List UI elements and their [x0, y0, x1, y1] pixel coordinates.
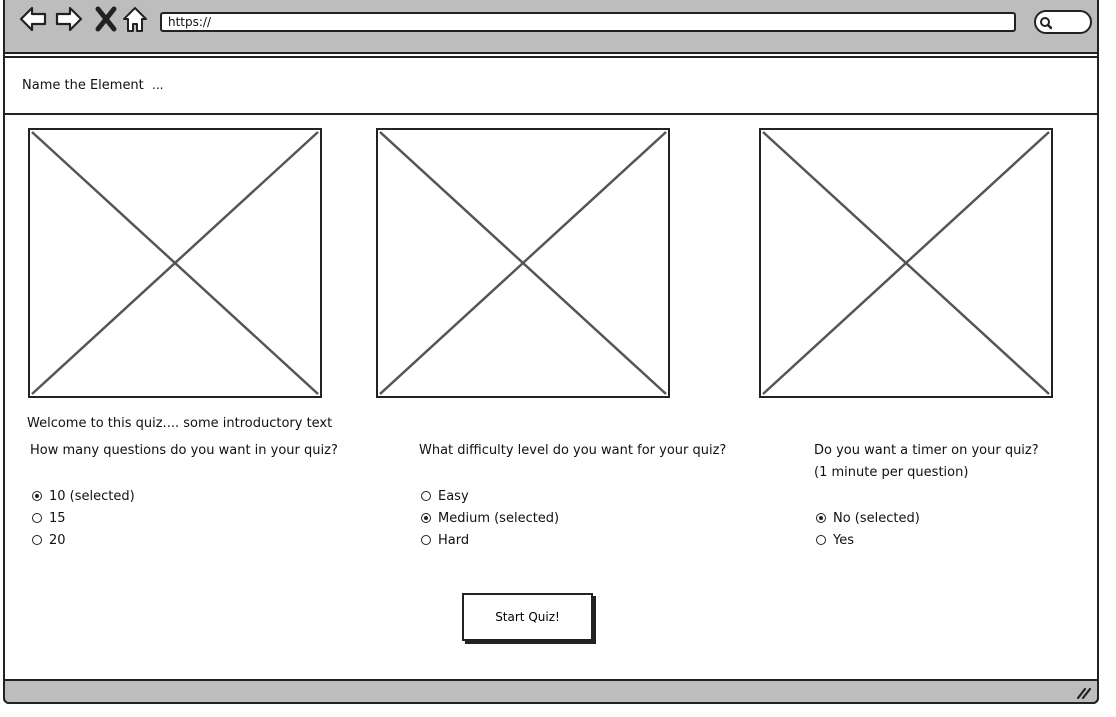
timer-label: Do you want a timer on your quiz?: [814, 443, 1039, 458]
option-difficulty-easy[interactable]: Easy: [421, 487, 469, 505]
home-icon[interactable]: [120, 4, 150, 34]
option-label: Yes: [833, 532, 854, 548]
radio-button[interactable]: [32, 513, 42, 523]
option-label: 15: [49, 510, 66, 526]
option-label: Hard: [438, 532, 470, 548]
image-placeholder-icon: [31, 131, 319, 395]
option-label: Medium (selected): [438, 510, 560, 526]
forward-arrow-icon[interactable]: [54, 4, 84, 34]
radio-button[interactable]: [816, 513, 826, 523]
back-arrow-icon[interactable]: [18, 4, 48, 34]
image-placeholder: [759, 128, 1053, 398]
radio-button[interactable]: [32, 535, 42, 545]
close-icon[interactable]: [92, 4, 122, 34]
url-input[interactable]: https://: [160, 12, 1016, 32]
option-count-15[interactable]: 15: [32, 509, 66, 527]
image-placeholder-icon: [379, 131, 667, 395]
difficulty-label: What difficulty level do you want for yo…: [419, 443, 727, 458]
search-icon: [1040, 17, 1053, 30]
header-ellipsis: ...: [152, 78, 164, 92]
option-label: No (selected): [833, 510, 920, 526]
timer-sublabel: (1 minute per question): [814, 465, 969, 480]
radio-button[interactable]: [32, 491, 42, 501]
start-quiz-button[interactable]: Start Quiz!: [462, 593, 593, 641]
option-difficulty-hard[interactable]: Hard: [421, 531, 469, 549]
image-placeholder: [28, 128, 322, 398]
question-count-label: How many questions do you want in your q…: [30, 443, 338, 458]
radio-button[interactable]: [421, 535, 431, 545]
option-count-10[interactable]: 10 (selected): [32, 487, 135, 505]
resize-grip-icon[interactable]: [1075, 685, 1091, 699]
option-label: Easy: [438, 488, 469, 504]
option-timer-yes[interactable]: Yes: [816, 531, 854, 549]
browser-toolbar: https://: [3, 0, 1099, 54]
image-placeholder-icon: [762, 131, 1050, 395]
option-count-20[interactable]: 20: [32, 531, 66, 549]
intro-text: Welcome to this quiz.... some introducto…: [27, 416, 333, 431]
search-button[interactable]: [1034, 10, 1092, 34]
page-header: Name the Element ...: [3, 56, 1099, 115]
radio-button[interactable]: [421, 491, 431, 501]
radio-button[interactable]: [421, 513, 431, 523]
option-difficulty-medium[interactable]: Medium (selected): [421, 509, 559, 527]
image-placeholder: [376, 128, 670, 398]
radio-button[interactable]: [816, 535, 826, 545]
site-title[interactable]: Name the Element: [22, 78, 144, 93]
option-label: 10 (selected): [49, 488, 135, 504]
option-timer-no[interactable]: No (selected): [816, 509, 920, 527]
option-label: 20: [49, 532, 66, 548]
status-bar: [3, 679, 1099, 704]
